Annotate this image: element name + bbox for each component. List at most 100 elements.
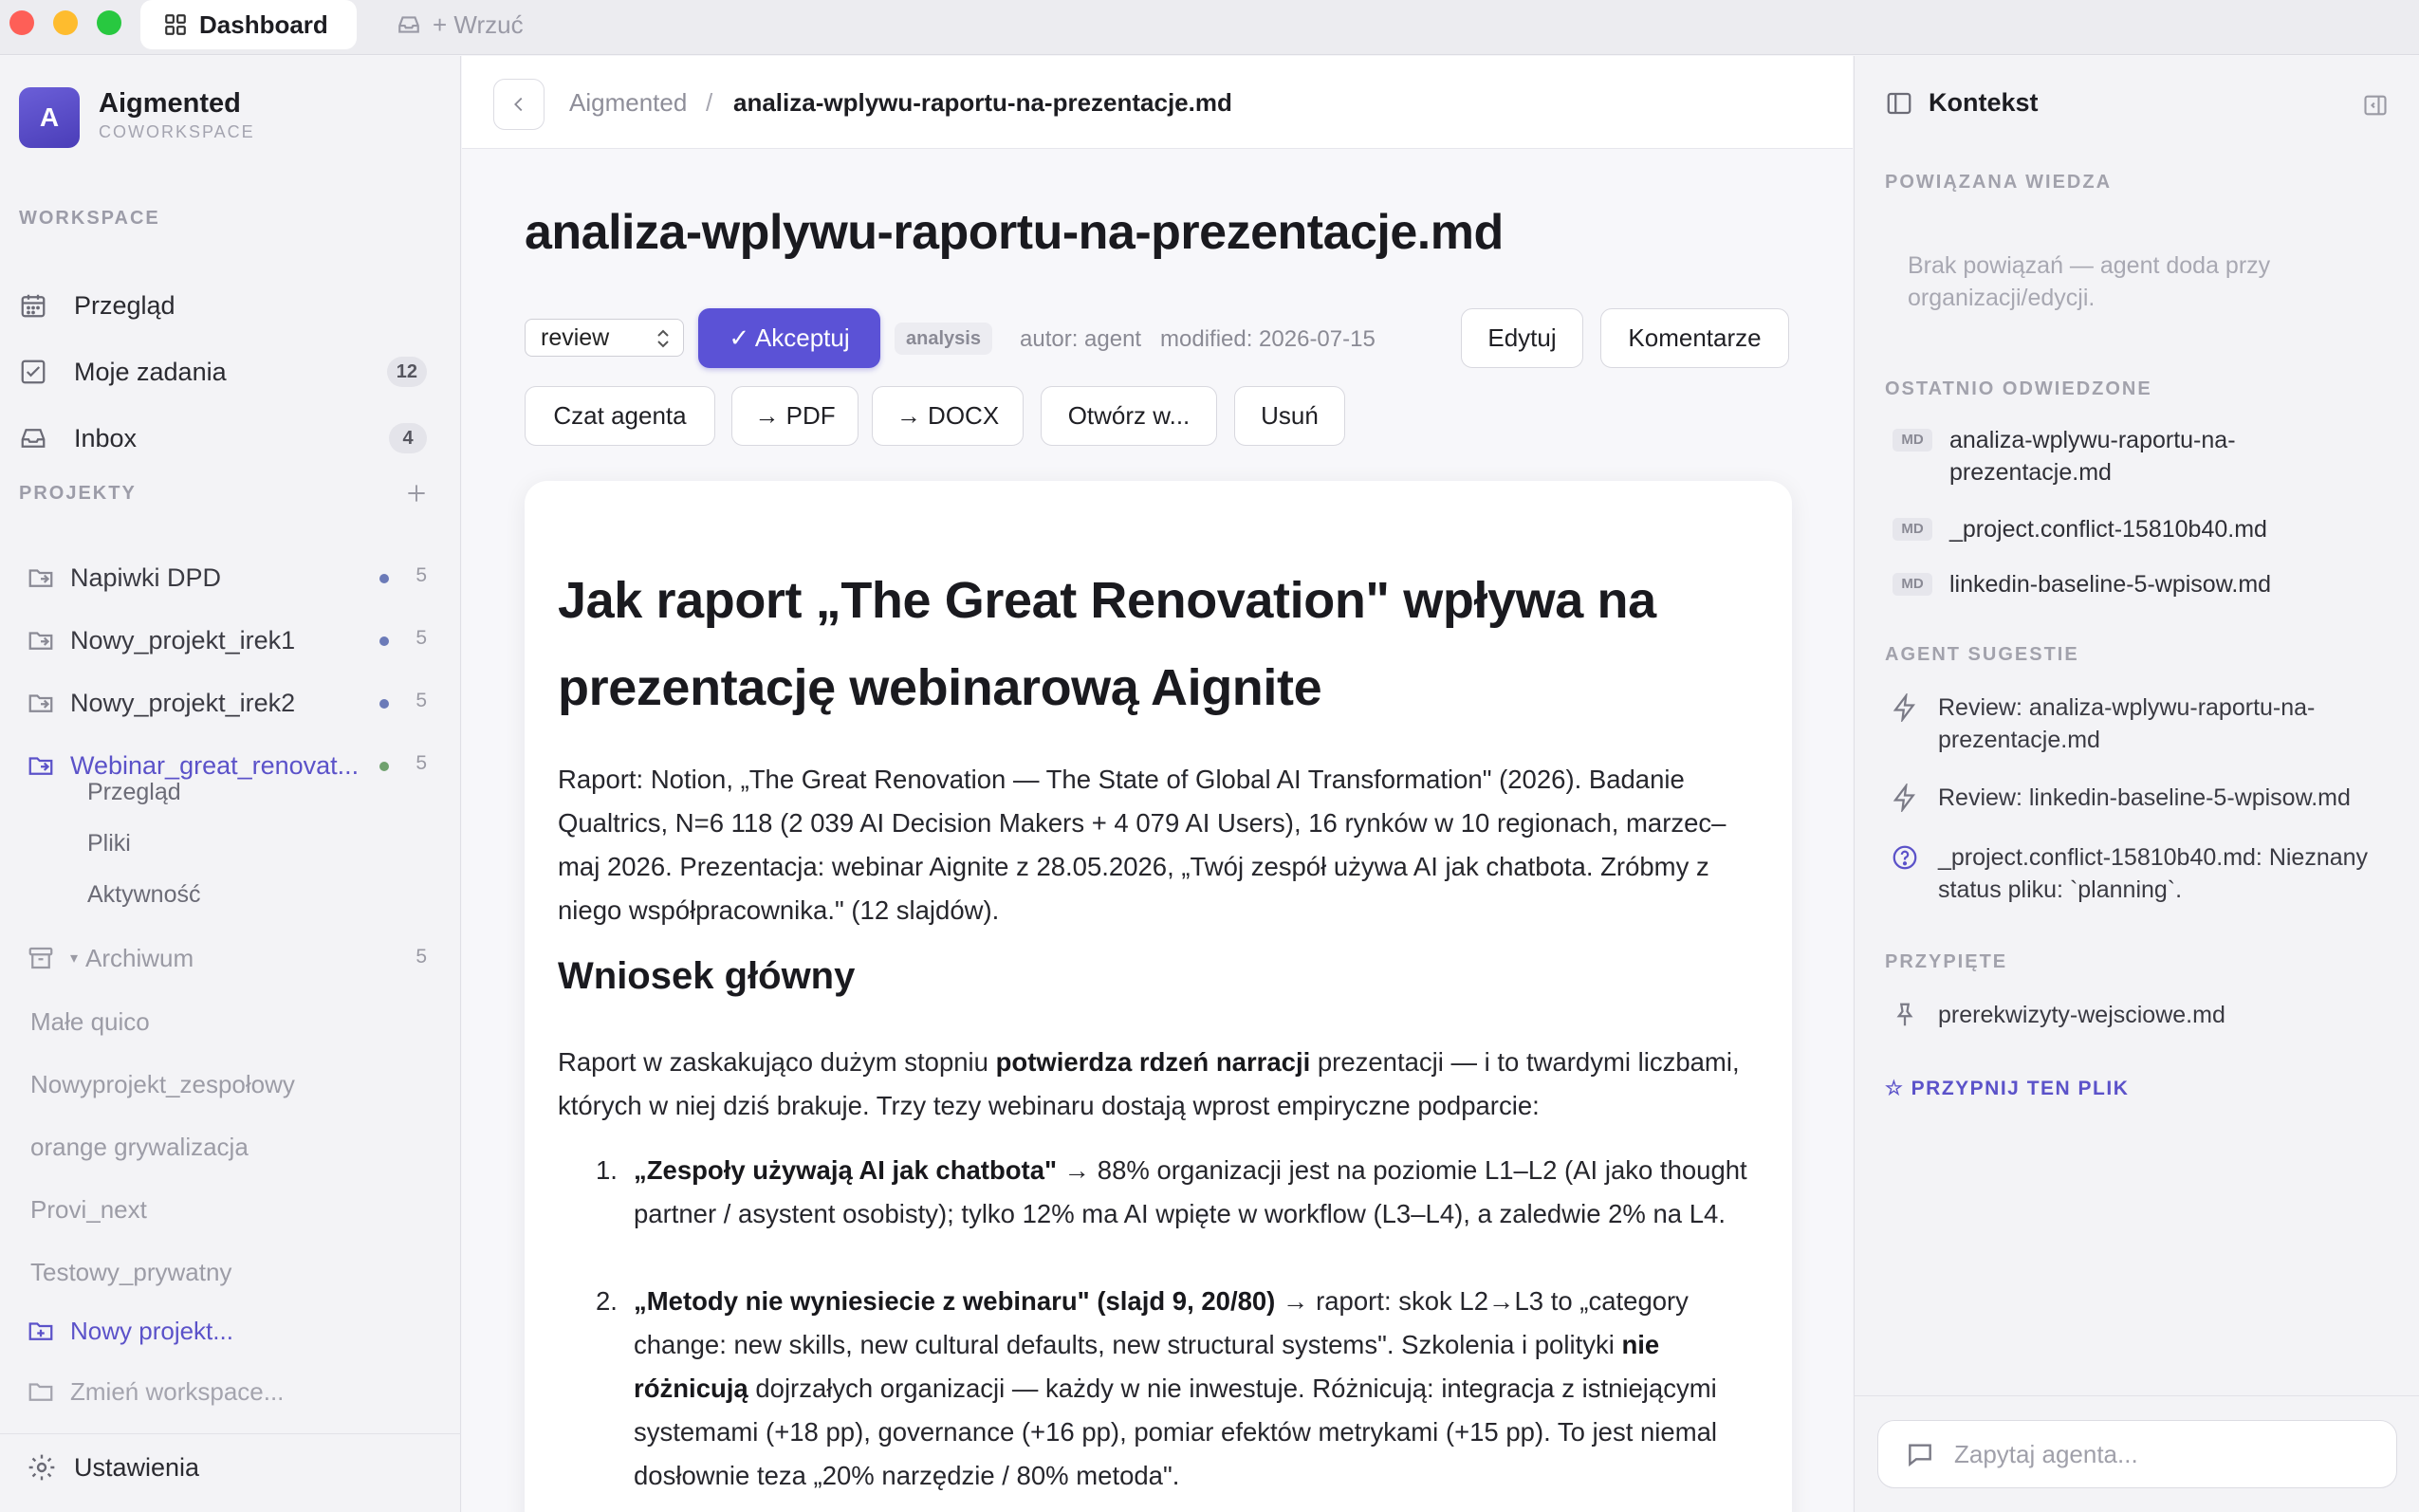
delete-button[interactable]: Usuń xyxy=(1234,386,1345,446)
folder-icon xyxy=(27,1377,55,1406)
page-title: analiza-wplywu-raportu-na-prezentacje.md xyxy=(525,205,1504,260)
sidebar-item-label: Przegląd xyxy=(74,290,175,320)
folder-link-icon xyxy=(27,689,55,717)
edit-button[interactable]: Edytuj xyxy=(1461,308,1583,368)
switch-workspace-button[interactable]: Zmień workspace... xyxy=(27,1368,284,1415)
project-item[interactable]: Nowy_projekt_irek2 5 xyxy=(27,676,436,729)
sidebar-item-overview[interactable]: Przegląd xyxy=(19,279,436,332)
ask-agent-input[interactable] xyxy=(1954,1439,2353,1469)
bolt-icon xyxy=(1891,784,1919,812)
bolt-icon xyxy=(1891,693,1919,722)
back-button[interactable] xyxy=(493,79,545,130)
pinned-file-name: prerekwizyty-wejsciowe.md xyxy=(1938,1002,2225,1028)
list-item: „Zespoły używają AI jak chatbota" → 88% … xyxy=(634,1149,1763,1236)
sidebar-item-my-tasks[interactable]: Moje zadania 12 xyxy=(19,345,436,398)
project-item[interactable]: Napiwki DPD 5 xyxy=(27,551,436,604)
settings-button[interactable]: Ustawienia xyxy=(27,1444,199,1491)
recent-file-name: _project.conflict-15810b40.md xyxy=(1949,516,2267,543)
project-label: Nowy_projekt_irek1 xyxy=(70,625,296,655)
file-type-badge: MD xyxy=(1893,573,1932,596)
agent-suggestions-label: AGENT SUGESTIE xyxy=(1885,644,2079,665)
project-item[interactable]: Nowy_projekt_irek1 5 xyxy=(27,614,436,667)
project-subitem-files[interactable]: Pliki xyxy=(87,830,131,857)
archived-project[interactable]: Provi_next xyxy=(30,1195,147,1225)
settings-label: Ustawienia xyxy=(74,1452,200,1482)
export-pdf-button[interactable]: → PDF xyxy=(731,386,859,446)
project-subitem-overview[interactable]: Przegląd xyxy=(87,779,181,806)
sidebar-item-inbox[interactable]: Inbox 4 xyxy=(19,412,436,465)
tab-upload[interactable]: + Wrzuć xyxy=(397,0,524,49)
projects-section-label: PROJEKTY xyxy=(19,483,137,504)
suggestion-text: Review: analiza-wplywu-raportu-na-prezen… xyxy=(1938,694,2316,753)
recent-file-name: linkedin-baseline-5-wpisow.md xyxy=(1949,571,2272,598)
ask-agent-box[interactable] xyxy=(1877,1420,2397,1488)
pin-file-button[interactable]: ☆ PRZYPNIJ TEN PLIK xyxy=(1885,1077,2129,1100)
context-panel-title: Kontekst xyxy=(1929,88,2039,117)
list-item-bold: „Metody nie wyniesiecie z webinaru" (sla… xyxy=(634,1286,1276,1316)
tab-label: Dashboard xyxy=(199,9,328,39)
tab-label: + Wrzuć xyxy=(433,9,524,39)
workspace-subtitle: COWORKSPACE xyxy=(99,122,255,141)
maximize-window-button[interactable] xyxy=(97,10,121,35)
sidebar: A Aigmented COWORKSPACE WORKSPACE Przegl… xyxy=(0,56,461,1512)
project-count: 5 xyxy=(415,752,427,774)
project-count: 5 xyxy=(415,627,427,649)
status-value: review xyxy=(541,323,610,351)
list-number: 1. xyxy=(596,1155,618,1185)
open-in-button[interactable]: Otwórz w... xyxy=(1041,386,1217,446)
close-window-button[interactable] xyxy=(9,10,34,35)
accept-button[interactable]: ✓ Akceptuj xyxy=(698,308,880,368)
sidebar-item-label: Moje zadania xyxy=(74,357,227,386)
list-item-text: dojrzałych organizacji — każdy w nie inw… xyxy=(634,1374,1718,1490)
minimize-window-button[interactable] xyxy=(53,10,78,35)
file-type-badge: MD xyxy=(1893,518,1932,541)
breadcrumb-bar: Aigmented / analiza-wplywu-raportu-na-pr… xyxy=(462,56,1853,149)
agent-chat-button[interactable]: Czat agenta xyxy=(525,386,715,446)
workspace-name: Aigmented xyxy=(99,88,241,119)
recent-file[interactable]: MD linkedin-baseline-5-wpisow.md xyxy=(1893,568,2386,600)
add-project-icon[interactable] xyxy=(404,481,429,506)
suggestion-item[interactable]: _project.conflict-15810b40.md: Nieznany … xyxy=(1891,841,2393,906)
archive-toggle[interactable]: ▾ Archiwum 5 xyxy=(27,934,436,982)
updown-chevron-icon xyxy=(655,327,672,350)
project-status-dot xyxy=(379,574,389,583)
pinned-file[interactable]: prerekwizyty-wejsciowe.md xyxy=(1891,999,2393,1031)
recent-file[interactable]: MD _project.conflict-15810b40.md xyxy=(1893,513,2386,545)
chat-bubble-icon xyxy=(1905,1439,1935,1469)
list-item-bold: „Zespoły używają AI jak chatbota" xyxy=(634,1155,1058,1185)
collapse-panel-icon[interactable] xyxy=(2362,92,2389,119)
related-knowledge-label: POWIĄZANA WIEDZA xyxy=(1885,172,2113,193)
breadcrumb-root[interactable]: Aigmented xyxy=(569,88,687,118)
archived-project[interactable]: Nowyprojekt_zespołowy xyxy=(30,1070,295,1099)
question-circle-icon xyxy=(1891,843,1919,872)
breadcrumb-current: analiza-wplywu-raportu-na-prezentacje.md xyxy=(733,88,1232,117)
suggestion-item[interactable]: Review: analiza-wplywu-raportu-na-prezen… xyxy=(1891,691,2393,756)
checkbox-icon xyxy=(19,358,47,386)
file-type-badge: MD xyxy=(1893,429,1932,452)
related-empty-text: Brak powiązań — agent doda przy organiza… xyxy=(1908,252,2271,311)
suggestion-text: _project.conflict-15810b40.md: Nieznany … xyxy=(1938,844,2369,903)
tab-dashboard[interactable]: Dashboard xyxy=(140,0,357,49)
project-subitem-activity[interactable]: Aktywność xyxy=(87,881,200,909)
inbox-count-badge: 4 xyxy=(389,423,427,453)
status-select[interactable]: review xyxy=(525,319,684,357)
suggestion-item[interactable]: Review: linkedin-baseline-5-wpisow.md xyxy=(1891,782,2393,814)
workspace-avatar[interactable]: A xyxy=(19,87,80,148)
comments-button[interactable]: Komentarze xyxy=(1600,308,1789,368)
tasks-count-badge: 12 xyxy=(386,357,427,387)
archived-project[interactable]: orange grywalizacja xyxy=(30,1133,249,1162)
inbox-icon xyxy=(19,424,47,452)
archive-box-icon xyxy=(27,944,55,972)
archived-project[interactable]: Testowy_prywatny xyxy=(30,1258,231,1287)
panel-icon xyxy=(1885,89,1913,118)
folder-link-icon xyxy=(27,563,55,592)
archived-project[interactable]: Małe quico xyxy=(30,1007,150,1037)
context-panel-header: Kontekst xyxy=(1885,88,2039,118)
new-project-button[interactable]: Nowy projekt... xyxy=(27,1307,233,1355)
document-card: Jak raport „The Great Renovation" wpływa… xyxy=(525,481,1792,1512)
recent-file[interactable]: MD analiza-wplywu-raportu-na-prezentacje… xyxy=(1893,424,2386,489)
list-item: „Metody nie wyniesiecie z webinaru" (sla… xyxy=(634,1280,1763,1498)
chevron-left-icon xyxy=(508,94,529,115)
grid-icon xyxy=(163,12,188,37)
export-docx-button[interactable]: → DOCX xyxy=(872,386,1024,446)
